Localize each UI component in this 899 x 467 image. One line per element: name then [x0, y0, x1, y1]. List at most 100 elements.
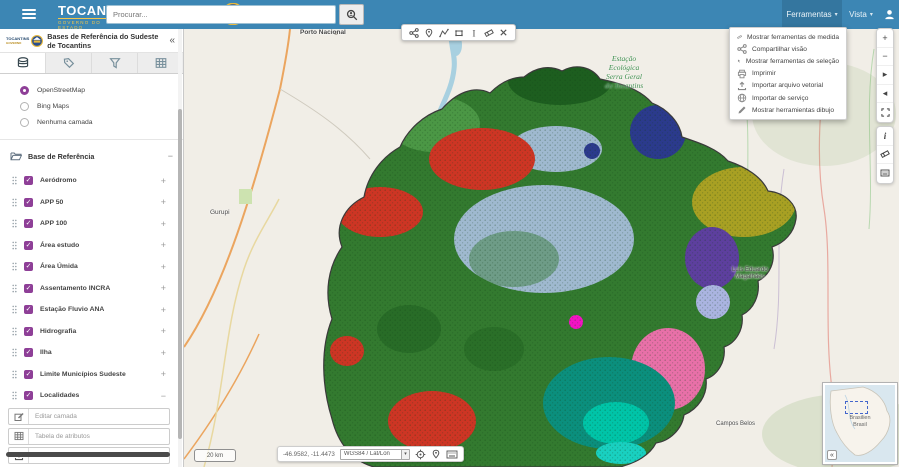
layer-collapse-button[interactable]: − — [161, 391, 166, 401]
layer-expand-button[interactable]: + — [161, 197, 166, 207]
layer-checkbox[interactable]: ✓ — [24, 370, 33, 379]
tab-widgets[interactable] — [138, 53, 183, 73]
label-porto-nacional: Porto Nacional — [300, 29, 346, 36]
eraser-icon[interactable] — [484, 28, 494, 38]
drag-handle-icon[interactable] — [12, 391, 17, 400]
drag-handle-icon[interactable] — [12, 219, 17, 228]
layer-expand-button[interactable]: + — [161, 326, 166, 336]
menu-item-importar-vetorial[interactable]: Importar arquivo vetorial — [730, 80, 846, 92]
search-button[interactable] — [339, 4, 364, 25]
overview-map[interactable]: Brasilien Brasil « — [823, 383, 897, 464]
layer-group-label: Base de Referência — [28, 152, 162, 161]
edit-layer-button[interactable]: Editar camada — [8, 408, 170, 425]
menu-item-dibujo[interactable]: Mostrar herramientas dibujo — [730, 104, 846, 116]
menu-item-selecao[interactable]: Mostrar ferramentas de seleção — [730, 55, 846, 67]
panel-collapse-button[interactable]: « — [167, 35, 177, 46]
drag-handle-icon[interactable] — [12, 198, 17, 207]
layer-expand-button[interactable]: + — [161, 262, 166, 272]
globe-icon — [737, 93, 747, 103]
layer-label[interactable]: Ilha — [40, 349, 52, 356]
drag-handle-icon[interactable] — [12, 348, 17, 357]
layer-label[interactable]: APP 100 — [40, 220, 67, 227]
drag-handle-icon[interactable] — [12, 284, 17, 293]
layer-label[interactable]: Limite Municípios Sudeste — [40, 371, 126, 378]
marker-icon[interactable] — [424, 28, 434, 38]
polygon-icon[interactable] — [454, 28, 464, 38]
drag-handle-icon[interactable] — [12, 327, 17, 336]
zoom-out-button[interactable]: − — [877, 48, 893, 67]
hamburger-menu-icon[interactable] — [22, 9, 36, 20]
layer-expand-button[interactable]: + — [161, 219, 166, 229]
layer-checkbox[interactable]: ✓ — [24, 391, 33, 400]
layer-checkbox[interactable]: ✓ — [24, 348, 33, 357]
menu-ferramentas[interactable]: Ferramentas▾ — [782, 0, 842, 29]
layer-expand-button[interactable]: + — [161, 348, 166, 358]
center-coordinates-button[interactable] — [415, 449, 426, 460]
tab-layers[interactable] — [0, 53, 46, 73]
menu-item-medida[interactable]: Mostrar ferramentas de medida — [730, 31, 846, 43]
layer-checkbox[interactable]: ✓ — [24, 219, 33, 228]
tab-tags[interactable] — [46, 53, 92, 73]
layer-checkbox[interactable]: ✓ — [24, 305, 33, 314]
drag-handle-icon[interactable] — [12, 262, 17, 271]
search-input[interactable] — [106, 5, 336, 24]
layer-checkbox[interactable]: ✓ — [24, 176, 33, 185]
overview-extent-box[interactable] — [845, 401, 868, 414]
user-account-button[interactable] — [879, 0, 899, 29]
menu-vista[interactable]: Vista▾ — [843, 0, 879, 29]
close-icon[interactable] — [499, 28, 508, 37]
fullscreen-button[interactable] — [877, 103, 893, 122]
layer-row-app50: ✓ APP 50 + — [0, 192, 176, 214]
menu-item-importar-servico[interactable]: Importar de serviço — [730, 92, 846, 104]
layer-label[interactable]: Assentamento INCRA — [40, 285, 110, 292]
vertical-scrollbar-track[interactable] — [178, 29, 182, 467]
clear-button[interactable] — [877, 146, 893, 165]
layer-label[interactable]: Aeródromo — [40, 177, 77, 184]
basemap-openstreetmap[interactable]: OpenStreetMap — [20, 82, 183, 98]
zoom-in-button[interactable]: + — [877, 29, 893, 48]
previous-view-button[interactable]: ◂ — [877, 85, 893, 104]
basemap-bing[interactable]: Bing Maps — [20, 98, 183, 114]
text-icon[interactable]: I — [469, 28, 479, 38]
menu-item-compartilhar[interactable]: Compartilhar visão — [730, 43, 846, 55]
basemap-none[interactable]: Nenhuma camada — [20, 114, 183, 130]
layer-label[interactable]: Área Úmida — [40, 263, 78, 270]
layer-expand-button[interactable]: + — [161, 176, 166, 186]
drag-handle-icon[interactable] — [12, 370, 17, 379]
crs-select[interactable]: WGS84 / Lat/Lon ▾ — [340, 449, 410, 460]
layer-row-hidrografia: ✓ Hidrografia + — [0, 321, 176, 343]
layer-label[interactable]: Hidrografia — [40, 328, 76, 335]
attribute-table-button[interactable]: Tabela de atributos — [8, 428, 170, 445]
layer-label[interactable]: APP 50 — [40, 199, 63, 206]
tab-filter[interactable] — [92, 53, 138, 73]
layer-checkbox[interactable]: ✓ — [24, 284, 33, 293]
menu-item-imprimir[interactable]: Imprimir — [730, 68, 846, 80]
vertical-scrollbar-thumb[interactable] — [178, 109, 182, 439]
legend-button[interactable] — [877, 164, 893, 183]
layer-expand-button[interactable]: + — [161, 283, 166, 293]
layer-checkbox[interactable]: ✓ — [24, 241, 33, 250]
layer-expand-button[interactable]: + — [161, 305, 166, 315]
identify-button[interactable]: i — [877, 127, 893, 146]
layer-label[interactable]: Localidades — [40, 392, 79, 399]
target-icon — [415, 449, 426, 460]
share-icon[interactable] — [409, 28, 419, 38]
group-collapse-button[interactable]: − — [168, 151, 173, 161]
next-view-button[interactable]: ▸ — [877, 66, 893, 85]
drag-handle-icon[interactable] — [12, 241, 17, 250]
drag-handle-icon[interactable] — [12, 305, 17, 314]
drag-handle-icon[interactable] — [12, 176, 17, 185]
layer-checkbox[interactable]: ✓ — [24, 327, 33, 336]
polyline-icon[interactable] — [439, 28, 449, 38]
layer-label[interactable]: Estação Fluvio ANA — [40, 306, 104, 313]
layer-list: ✓ Aeródromo + ✓ APP 50 + ✓ APP 100 + ✓ Á… — [0, 170, 176, 407]
horizontal-scrollbar[interactable] — [6, 452, 170, 457]
layer-expand-button[interactable]: + — [161, 240, 166, 250]
overview-collapse-button[interactable]: « — [827, 450, 837, 460]
layer-checkbox[interactable]: ✓ — [24, 262, 33, 271]
layer-expand-button[interactable]: + — [161, 369, 166, 379]
layer-checkbox[interactable]: ✓ — [24, 198, 33, 207]
layer-label[interactable]: Área estudo — [40, 242, 79, 249]
goto-marker-button[interactable] — [431, 449, 441, 459]
coordinate-input-button[interactable] — [446, 450, 458, 459]
